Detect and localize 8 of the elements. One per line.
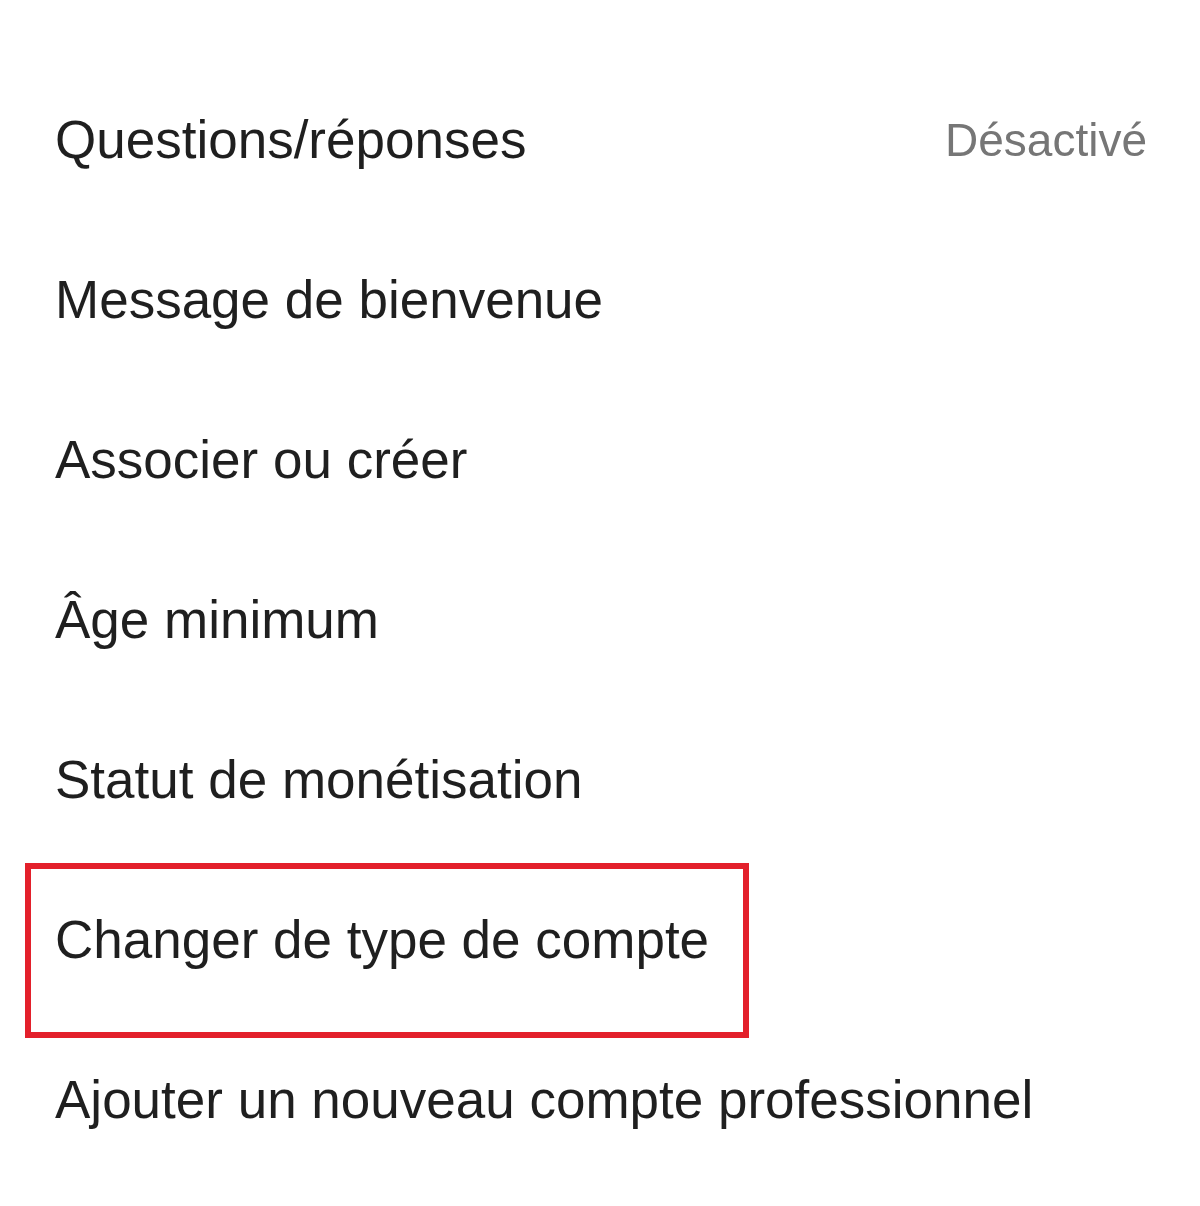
setting-value: Désactivé bbox=[945, 113, 1147, 168]
settings-item[interactable]: Ajouter un nouveau compte professionnel bbox=[55, 1069, 1034, 1131]
settings-item[interactable]: Message de bienvenue bbox=[55, 269, 604, 331]
settings-item[interactable]: Âge minimum bbox=[55, 589, 379, 651]
settings-item[interactable]: Questions/réponses bbox=[55, 109, 527, 171]
settings-item[interactable]: Changer de type de compte bbox=[55, 910, 710, 969]
settings-item[interactable]: Associer ou créer bbox=[55, 429, 468, 491]
settings-item[interactable]: Statut de monétisation bbox=[55, 749, 583, 811]
